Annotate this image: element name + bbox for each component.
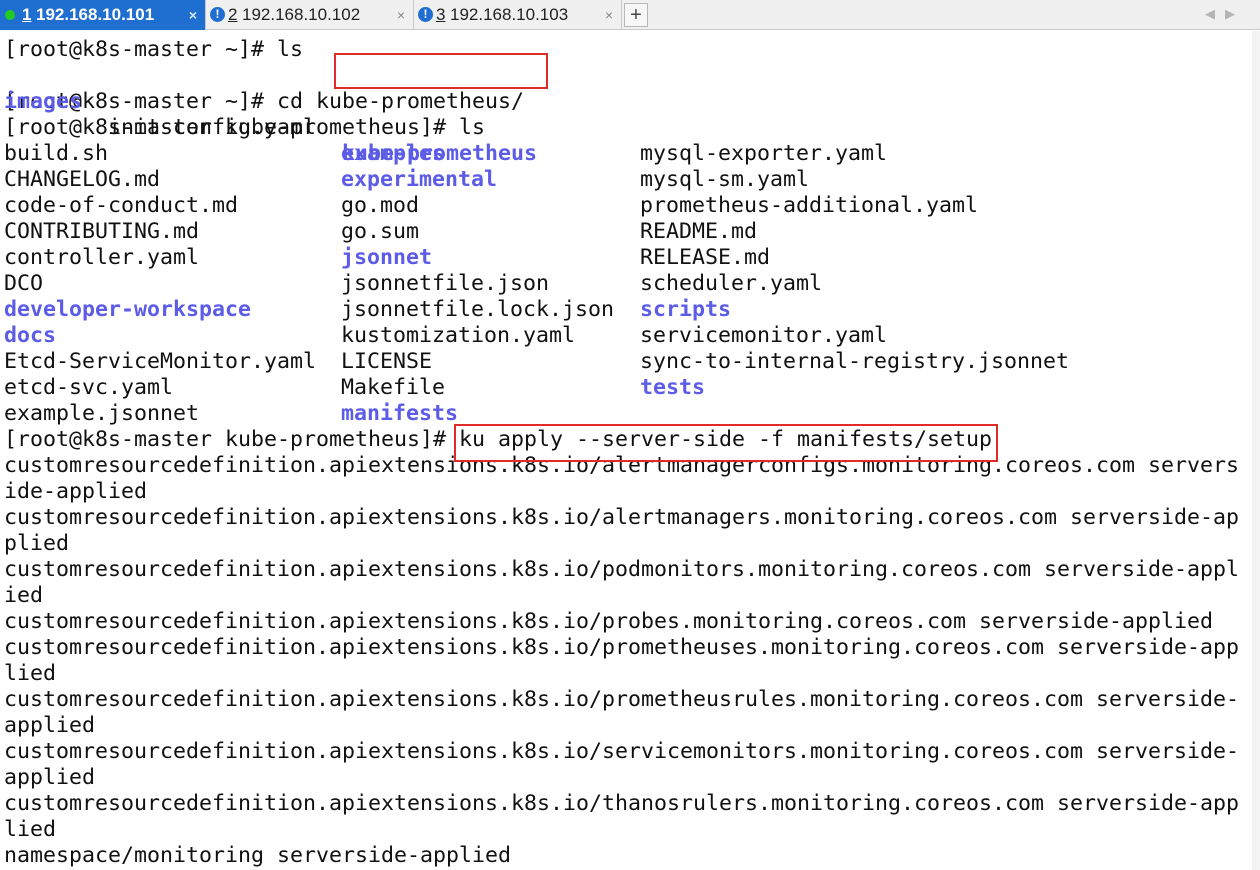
tab-close-icon[interactable]: × [397, 0, 405, 30]
tab-label: 192.168.10.103 [450, 5, 569, 24]
file-entry: go.sum [341, 219, 420, 244]
disconnected-warning-icon: ! [418, 7, 433, 22]
file-entry: controller.yaml [4, 245, 200, 270]
tab-session-1[interactable]: 1 192.168.10.101 × [0, 0, 206, 30]
file-entry: mysql-sm.yaml [640, 167, 810, 192]
output-line: customresourcedefinition.apiextensions.k… [4, 505, 1240, 530]
tab-close-icon[interactable]: × [189, 0, 197, 30]
tab-session-3[interactable]: ! 3 192.168.10.103 × [414, 0, 622, 30]
output-line: customresourcedefinition.apiextensions.k… [4, 739, 1240, 764]
dir-entry: tests [640, 375, 706, 400]
dir-entry: images [4, 89, 83, 114]
tab-scroll-right-icon[interactable]: ▶ [1220, 0, 1240, 30]
ls-home-output: images init-config.yaml kube-prometheus [4, 63, 1239, 166]
output-line: customresourcedefinition.apiextensions.k… [4, 687, 1240, 712]
tab-number: 1 [22, 5, 32, 24]
tab-close-icon[interactable]: × [605, 0, 613, 30]
file-entry: Makefile [341, 375, 446, 400]
file-entry: code-of-conduct.md [4, 193, 239, 218]
output-line: applied [4, 713, 96, 738]
output-line: lied [4, 661, 57, 686]
disconnected-warning-icon: ! [210, 7, 225, 22]
output-line: plied [4, 531, 70, 556]
terminal-scrollbar[interactable] [1252, 31, 1260, 870]
ls-directory-listing: build.sh CHANGELOG.md code-of-conduct.md CO… [4, 141, 1239, 427]
dir-entry: manifests [341, 401, 459, 426]
file-entry: scheduler.yaml [640, 271, 823, 296]
tab-label: 192.168.10.101 [36, 5, 155, 24]
file-entry: sync-to-internal-registry.jsonnet [640, 349, 1070, 374]
output-line: ide-applied [4, 479, 148, 504]
file-entry: prometheus-additional.yaml [640, 193, 979, 218]
dir-entry: docs [4, 323, 57, 348]
tab-number: 3 [436, 5, 446, 24]
output-line: customresourcedefinition.apiextensions.k… [4, 557, 1240, 582]
file-entry: Etcd-ServiceMonitor.yaml [4, 349, 317, 374]
terminal-line: [root@k8s-master ~]# cd kube-prometheus/ [4, 89, 525, 114]
tab-scroll-left-icon[interactable]: ◀ [1200, 0, 1220, 30]
file-entry: mysql-exporter.yaml [640, 141, 888, 166]
dir-entry: scripts [640, 297, 732, 322]
file-entry: kustomization.yaml [341, 323, 576, 348]
file-entry: init-config.yaml [108, 115, 317, 140]
file-entry: RELEASE.md [640, 245, 771, 270]
file-entry: LICENSE [341, 349, 433, 374]
file-entry: build.sh [4, 141, 109, 166]
tab-scroll-controls: ◀ ▶ [1200, 0, 1240, 30]
output-line: applied [4, 765, 96, 790]
dir-entry: examples [341, 141, 446, 166]
file-entry: CONTRIBUTING.md [4, 219, 200, 244]
shell-prompt: [root@k8s-master kube-prometheus]# [4, 427, 460, 452]
command-output: customresourcedefinition.apiextensions.k… [4, 453, 1239, 869]
output-line: customresourcedefinition.apiextensions.k… [4, 609, 1214, 634]
file-entry: servicemonitor.yaml [640, 323, 888, 348]
file-entry: etcd-svc.yaml [4, 375, 174, 400]
dir-entry: developer-workspace [4, 297, 252, 322]
file-entry: DCO [4, 271, 44, 296]
file-entry: CHANGELOG.md [4, 167, 161, 192]
dir-entry: experimental [341, 167, 498, 192]
output-line: lied [4, 817, 57, 842]
terminal-line: [root@k8s-master ~]# ls [4, 37, 304, 62]
session-tab-bar: 1 192.168.10.101 × ! 2 192.168.10.102 × … [0, 0, 1260, 30]
output-line: customresourcedefinition.apiextensions.k… [4, 635, 1240, 660]
output-line: customresourcedefinition.apiextensions.k… [4, 791, 1240, 816]
file-entry: jsonnetfile.json [341, 271, 550, 296]
output-line: ied [4, 583, 44, 608]
dir-entry: jsonnet [341, 245, 433, 270]
file-entry: jsonnetfile.lock.json [341, 297, 615, 322]
tab-number: 2 [228, 5, 238, 24]
highlight-box-apply-command [454, 424, 998, 462]
output-line: namespace/monitoring serverside-applied [4, 843, 512, 868]
file-entry: go.mod [341, 193, 420, 218]
tab-label: 192.168.10.102 [242, 5, 361, 24]
connected-status-icon [5, 10, 15, 20]
file-entry: README.md [640, 219, 758, 244]
file-entry: example.jsonnet [4, 401, 200, 426]
new-tab-button[interactable]: + [624, 3, 648, 27]
highlight-box-kube-prometheus [334, 53, 548, 89]
tab-session-2[interactable]: ! 2 192.168.10.102 × [206, 0, 414, 30]
